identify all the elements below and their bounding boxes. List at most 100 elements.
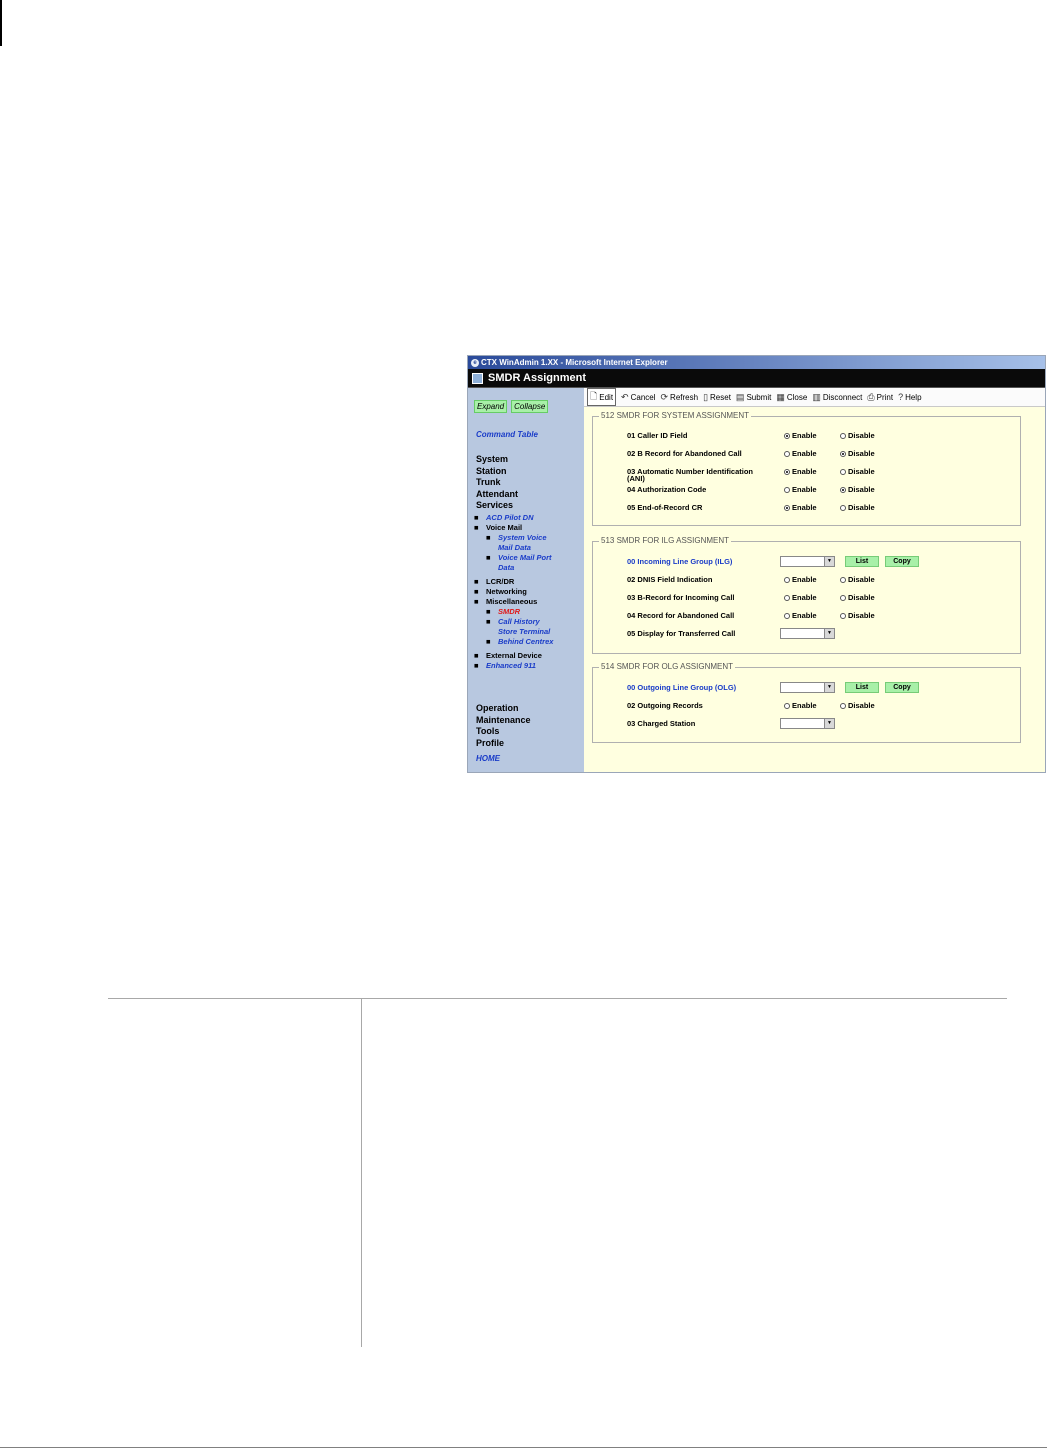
radio-disable[interactable]: Disable [840, 611, 875, 620]
section-olg-assignment: 514 SMDR FOR OLG ASSIGNMENT 00 Outgoing … [592, 662, 1021, 743]
row-outgoing-line-group: 00 Outgoing Line Group (OLG) ▼ List Copy [627, 682, 1020, 695]
radio-enable[interactable]: Enable [784, 503, 817, 512]
radio-unchecked-icon [840, 594, 846, 601]
divider-vertical [361, 999, 362, 1347]
command-table-link[interactable]: Command Table [476, 430, 538, 439]
nav-external-device[interactable]: ■ External Device [474, 651, 584, 661]
radio-unchecked-icon [784, 450, 790, 457]
row-b-record-incoming: 03 B-Record for Incoming Call Enable Dis… [627, 593, 875, 602]
refresh-icon: ⟳ [660, 391, 669, 402]
nav-enhanced-911[interactable]: ■ Enhanced 911 [474, 661, 584, 671]
nav-smdr[interactable]: ■ SMDR [474, 607, 584, 617]
expand-button[interactable]: Expand [474, 400, 508, 413]
radio-unchecked-icon [840, 468, 846, 475]
nav-voice-mail-port-data[interactable]: ■ Voice Mail Port [474, 553, 584, 563]
nav-profile[interactable]: Profile [476, 738, 531, 750]
row-dnis-field: 02 DNIS Field Indication Enable Disable [627, 575, 875, 584]
radio-enable[interactable]: Enable [784, 611, 817, 620]
copy-button[interactable]: Copy [885, 556, 919, 567]
nav-voice-mail[interactable]: ■ Voice Mail [474, 523, 584, 533]
radio-disable[interactable]: Disable [840, 431, 875, 440]
row-incoming-line-group: 00 Incoming Line Group (ILG) ▼ List Copy [627, 556, 1020, 569]
app-title: SMDR Assignment [488, 372, 586, 384]
radio-checked-icon [784, 468, 790, 475]
divider-horizontal [108, 998, 1007, 999]
edit-button[interactable]: 🗋 Edit [587, 388, 617, 406]
row-outgoing-records: 02 Outgoing Records Enable Disable [627, 701, 875, 710]
services-subnav: ■ ACD Pilot DN ■ Voice Mail ■ System Voice … [474, 513, 584, 671]
nav-operation[interactable]: Operation [476, 703, 531, 715]
bullet-icon: ■ [486, 617, 491, 626]
radio-enable[interactable]: Enable [784, 485, 817, 494]
radio-enable[interactable]: Enable [784, 701, 817, 710]
copy-button[interactable]: Copy [885, 682, 919, 693]
section-title: 512 SMDR FOR SYSTEM ASSIGNMENT [599, 411, 752, 420]
radio-disable[interactable]: Disable [840, 701, 875, 710]
nav-miscellaneous[interactable]: ■ Miscellaneous [474, 597, 584, 607]
refresh-button[interactable]: ⟳ Refresh [661, 392, 699, 403]
nav-services[interactable]: Services [476, 500, 518, 512]
ie-title: CTX WinAdmin 1.XX - Microsoft Internet E… [481, 358, 668, 367]
radio-enable[interactable]: Enable [784, 449, 817, 458]
radio-disable[interactable]: Disable [840, 485, 875, 494]
submit-button[interactable]: ▤ Submit [736, 392, 771, 403]
nav-attendant[interactable]: Attendant [476, 489, 518, 501]
page-icon: ▯ [703, 391, 709, 402]
nav-system[interactable]: System [476, 454, 518, 466]
nav-call-history[interactable]: ■ Call History [474, 617, 584, 627]
radio-disable[interactable]: Disable [840, 503, 875, 512]
row-record-abandoned: 04 Record for Abandoned Call Enable Disa… [627, 611, 875, 620]
bullet-icon: ■ [474, 577, 479, 586]
nav-trunk[interactable]: Trunk [476, 477, 518, 489]
radio-disable[interactable]: Disable [840, 593, 875, 602]
list-button[interactable]: List [845, 682, 879, 693]
home-link[interactable]: HOME [476, 754, 500, 763]
radio-unchecked-icon [784, 576, 790, 583]
radio-checked-icon [840, 450, 846, 457]
nav-store-terminal[interactable]: Store Terminal [474, 627, 584, 637]
radio-unchecked-icon [840, 702, 846, 709]
olg-select[interactable]: ▼ [780, 682, 835, 693]
radio-disable[interactable]: Disable [840, 575, 875, 584]
radio-enable[interactable]: Enable [784, 575, 817, 584]
nav-maintenance[interactable]: Maintenance [476, 715, 531, 727]
radio-unchecked-icon [840, 576, 846, 583]
nav-behind-centrex[interactable]: ■ Behind Centrex [474, 637, 584, 647]
bullet-icon: ■ [474, 523, 479, 532]
collapse-button[interactable]: Collapse [511, 400, 549, 413]
radio-unchecked-icon [784, 612, 790, 619]
print-button[interactable]: ⎙ Print [867, 392, 893, 403]
ie-logo-icon: e [471, 358, 479, 367]
nav-lcr-dr[interactable]: ■ LCR/DR [474, 577, 584, 587]
nav-system-voice-mail-data[interactable]: ■ System Voice [474, 533, 584, 543]
close-icon: ▦ [776, 391, 785, 402]
nav-station[interactable]: Station [476, 466, 518, 478]
radio-disable[interactable]: Disable [840, 449, 875, 458]
radio-enable[interactable]: Enable [784, 431, 817, 440]
transferred-call-select[interactable]: ▼ [780, 628, 835, 639]
radio-unchecked-icon [784, 486, 790, 493]
row-caller-id: 01 Caller ID Field Enable Disable [627, 431, 875, 440]
nav-tools[interactable]: Tools [476, 726, 531, 738]
nav-acd-pilot[interactable]: ■ ACD Pilot DN [474, 513, 584, 523]
help-button[interactable]: ? Help [898, 392, 921, 402]
radio-disable[interactable]: Disable [840, 467, 875, 476]
radio-enable[interactable]: Enable [784, 467, 817, 476]
toolbar: 🗋 Edit ↶ Cancel ⟳ Refresh ▯ Reset ▤ Submit ▦ C… [584, 388, 1045, 407]
close-button[interactable]: ▦ Close [776, 392, 807, 403]
nav-voice-mail-port-data-cont[interactable]: Data [474, 563, 584, 573]
list-button[interactable]: List [845, 556, 879, 567]
charged-station-select[interactable]: ▼ [780, 718, 835, 729]
ilg-select[interactable]: ▼ [780, 556, 835, 567]
disconnect-button[interactable]: ▥ Disconnect [812, 392, 862, 403]
chevron-down-icon: ▼ [824, 629, 834, 638]
undo-icon: ↶ [621, 391, 629, 402]
footer-divider [0, 1447, 1047, 1448]
reset-button[interactable]: ▯ Reset [703, 392, 731, 403]
cancel-button[interactable]: ↶ Cancel [621, 392, 655, 403]
section-title: 514 SMDR FOR OLG ASSIGNMENT [599, 662, 736, 671]
radio-enable[interactable]: Enable [784, 593, 817, 602]
submit-icon: ▤ [735, 391, 745, 402]
nav-system-voice-mail-data-cont[interactable]: Mail Data [474, 543, 584, 553]
nav-networking[interactable]: ■ Networking [474, 587, 584, 597]
